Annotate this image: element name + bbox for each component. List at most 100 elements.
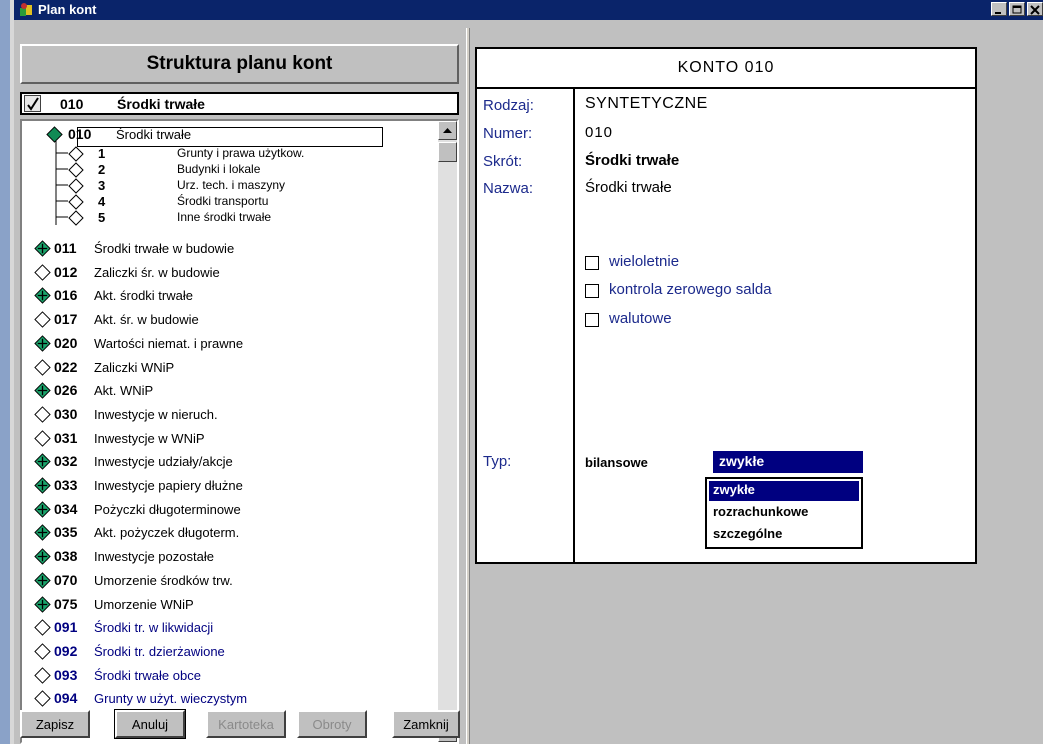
tree-item-075[interactable]: 075 Umorzenie WNiP <box>22 593 422 615</box>
plus-diamond-icon[interactable] <box>34 500 51 518</box>
account-number: 017 <box>54 311 78 328</box>
tree-subitem[interactable]: 5 Inne środki trwałe <box>22 209 422 226</box>
account-number: 035 <box>54 524 78 541</box>
account-structure-pane: Struktura planu kont 010 Środki trwałe 0… <box>20 44 460 744</box>
scroll-up-button[interactable] <box>438 121 457 140</box>
account-number: 092 <box>54 642 78 659</box>
tree-item-011[interactable]: 011 Środki trwałe w budowie <box>22 237 422 259</box>
maximize-button[interactable] <box>1009 2 1025 16</box>
account-number: 020 <box>54 334 78 351</box>
tree-item-038[interactable]: 038 Inwestycje pozostałe <box>22 545 422 567</box>
typ-option[interactable]: szczególne <box>709 525 859 545</box>
tree-subitem[interactable]: 4 Środki transportu <box>22 193 422 210</box>
account-name: Inwestycje pozostałe <box>94 549 214 565</box>
account-name: Środki trwałe <box>116 127 192 142</box>
tree-item-032[interactable]: 032 Inwestycje udziały/akcje <box>22 450 422 472</box>
tree-item-031[interactable]: 031 Inwestycje w WNiP <box>22 427 422 449</box>
account-number: 011 <box>54 240 77 256</box>
account-name: Akt. pożyczek długoterm. <box>94 525 240 541</box>
tree-item-035[interactable]: 035 Akt. pożyczek długoterm. <box>22 521 422 543</box>
account-name: Umorzenie WNiP <box>94 596 194 612</box>
plus-diamond-icon[interactable] <box>34 287 51 305</box>
tree-subitem[interactable]: 3 Urz. tech. i maszyny <box>22 177 422 194</box>
close-button[interactable]: Zamknij <box>392 710 460 738</box>
checkmark-icon[interactable] <box>24 95 41 112</box>
tree-subitem[interactable]: 1 Grunty i prawa użytkow. <box>22 145 422 162</box>
account-card: KONTO 010 Rodzaj: SYNTETYCZNE Numer: 010… <box>475 47 977 564</box>
plus-diamond-icon[interactable] <box>34 335 51 352</box>
plus-diamond-icon[interactable] <box>34 595 51 613</box>
checkbox-box[interactable] <box>585 313 599 327</box>
cancel-button[interactable]: Anuluj <box>114 709 186 739</box>
plus-diamond-icon[interactable] <box>34 572 51 589</box>
card-button[interactable]: Kartoteka <box>206 710 286 738</box>
account-name: Akt. śr. w budowie <box>94 312 199 328</box>
tree-item-033[interactable]: 033 Inwestycje papiery dłużne <box>22 474 422 496</box>
subitem-name: Inne środki trwałe <box>177 210 272 224</box>
account-name: Zaliczki WNiP <box>94 359 175 375</box>
checkbox-walutowe[interactable]: walutowe <box>585 310 885 330</box>
tree-item-094[interactable]: 094 Grunty w użyt. wieczystym <box>22 687 422 709</box>
value-numer[interactable]: 010 <box>585 124 613 141</box>
save-button[interactable]: Zapisz <box>20 710 90 738</box>
subitem-name: Grunty i prawa użytkow. <box>177 146 305 160</box>
tree-item-093[interactable]: 093 Środki trwałe obce <box>22 664 422 686</box>
plus-diamond-icon[interactable] <box>34 382 51 399</box>
account-name: Zaliczki śr. w budowie <box>94 264 220 280</box>
tree-item-016[interactable]: 016 Akt. środki trwałe <box>22 284 422 306</box>
scroll-thumb[interactable] <box>438 142 457 162</box>
account-number: 094 <box>54 690 78 707</box>
typ-select[interactable]: zwykłe <box>713 451 863 473</box>
account-tree[interactable]: 010 Środki trwałe 1 Grunty i prawa użytko… <box>20 119 459 744</box>
checkbox-label: kontrola zerowego salda <box>609 281 772 298</box>
title-bar[interactable]: Plan kont <box>14 0 1043 20</box>
plus-diamond-icon[interactable] <box>34 240 51 257</box>
minimize-button[interactable] <box>991 2 1007 16</box>
tree-item-070[interactable]: 070 Umorzenie środków trw. <box>22 569 422 591</box>
tree-item-091[interactable]: 091 Środki tr. w likwidacji <box>22 616 422 638</box>
label-nazwa: Nazwa: <box>483 180 534 197</box>
tree-item-022[interactable]: 022 Zaliczki WNiP <box>22 356 422 378</box>
tree-item-026[interactable]: 026 Akt. WNiP <box>22 379 422 401</box>
tree-item-030[interactable]: 030 Inwestycje w nieruch. <box>22 403 422 425</box>
empty-diamond-icon <box>34 311 51 328</box>
value-skrot[interactable]: Środki trwałe <box>585 152 679 169</box>
plan-kont-window: Plan kont Struktura planu kont 010 Środk… <box>0 0 1043 744</box>
label-skrot: Skrót: <box>483 153 523 170</box>
account-number: 016 <box>54 287 78 304</box>
structure-header: Struktura planu kont <box>20 44 459 84</box>
checkbox-box[interactable] <box>585 284 599 298</box>
typ-option[interactable]: zwykłe <box>709 481 859 501</box>
plus-diamond-icon[interactable] <box>34 477 51 494</box>
checkbox-label: walutowe <box>609 310 672 327</box>
account-number: 091 <box>54 619 78 636</box>
plus-diamond-icon[interactable] <box>34 524 51 542</box>
close-window-button[interactable] <box>1027 2 1043 16</box>
tree-scrollbar[interactable] <box>438 121 457 742</box>
tree-item-017[interactable]: 017 Akt. śr. w budowie <box>22 308 422 330</box>
account-name: Środki trwałe w budowie <box>94 241 235 256</box>
account-name: Grunty w użyt. wieczystym <box>94 691 248 707</box>
account-number: 032 <box>54 453 78 470</box>
account-number: 022 <box>54 358 78 375</box>
label-typ: Typ: <box>483 453 512 470</box>
typ-dropdown-list[interactable]: zwykłe rozrachunkowe szczególne <box>705 477 863 549</box>
tree-subitem[interactable]: 2 Budynki i lokale <box>22 161 422 178</box>
empty-diamond-icon <box>34 690 51 708</box>
typ-option[interactable]: rozrachunkowe <box>709 503 859 523</box>
checkbox-kontrola-zerowego-salda[interactable]: kontrola zerowego salda <box>585 281 885 301</box>
account-number: 034 <box>54 500 78 517</box>
plus-diamond-icon[interactable] <box>34 453 51 471</box>
selected-account-bar[interactable]: 010 Środki trwałe <box>20 92 459 115</box>
checkbox-wieloletnie[interactable]: wieloletnie <box>585 253 885 273</box>
empty-diamond-icon <box>34 643 51 660</box>
value-nazwa[interactable]: Środki trwałe <box>585 179 672 196</box>
tree-item-012[interactable]: 012 Zaliczki śr. w budowie <box>22 261 422 283</box>
pane-splitter[interactable] <box>466 28 470 744</box>
plus-diamond-icon[interactable] <box>34 548 51 565</box>
tree-item-020[interactable]: 020 Wartości niemat. i prawne <box>22 332 422 354</box>
turnover-button[interactable]: Obroty <box>297 710 367 738</box>
tree-item-034[interactable]: 034 Pożyczki długoterminowe <box>22 498 422 520</box>
checkbox-box[interactable] <box>585 256 599 270</box>
tree-item-092[interactable]: 092 Środki tr. dzierżawione <box>22 640 422 662</box>
